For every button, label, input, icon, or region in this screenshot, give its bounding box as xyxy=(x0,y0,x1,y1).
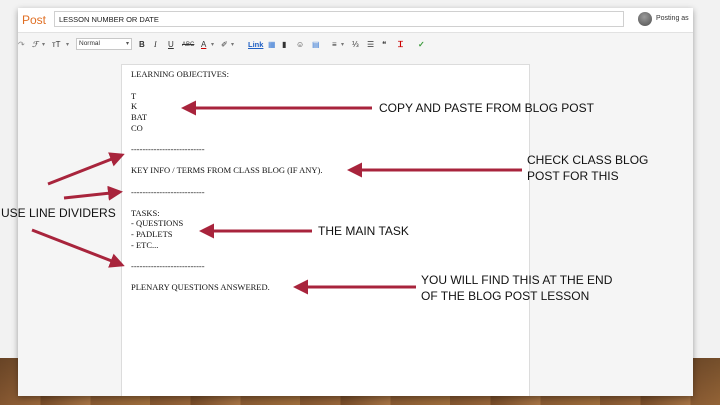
arrow-divider-2 xyxy=(63,185,123,201)
note-end-of-post-1: YOU WILL FIND THIS AT THE END xyxy=(421,273,613,287)
note-main-task: THE MAIN TASK xyxy=(318,224,409,238)
note-line-dividers: USE LINE DIVIDERS xyxy=(1,206,116,220)
arrow-divider-1 xyxy=(47,152,125,186)
note-end-of-post-2: OF THE BLOG POST LESSON xyxy=(421,289,590,303)
arrow-divider-3 xyxy=(31,228,125,268)
note-check-blog-1: CHECK CLASS BLOG xyxy=(527,153,649,167)
note-copy-paste: COPY AND PASTE FROM BLOG POST xyxy=(379,101,594,115)
annotation-arrows xyxy=(31,100,522,295)
note-check-blog-2: POST FOR THIS xyxy=(527,169,619,183)
